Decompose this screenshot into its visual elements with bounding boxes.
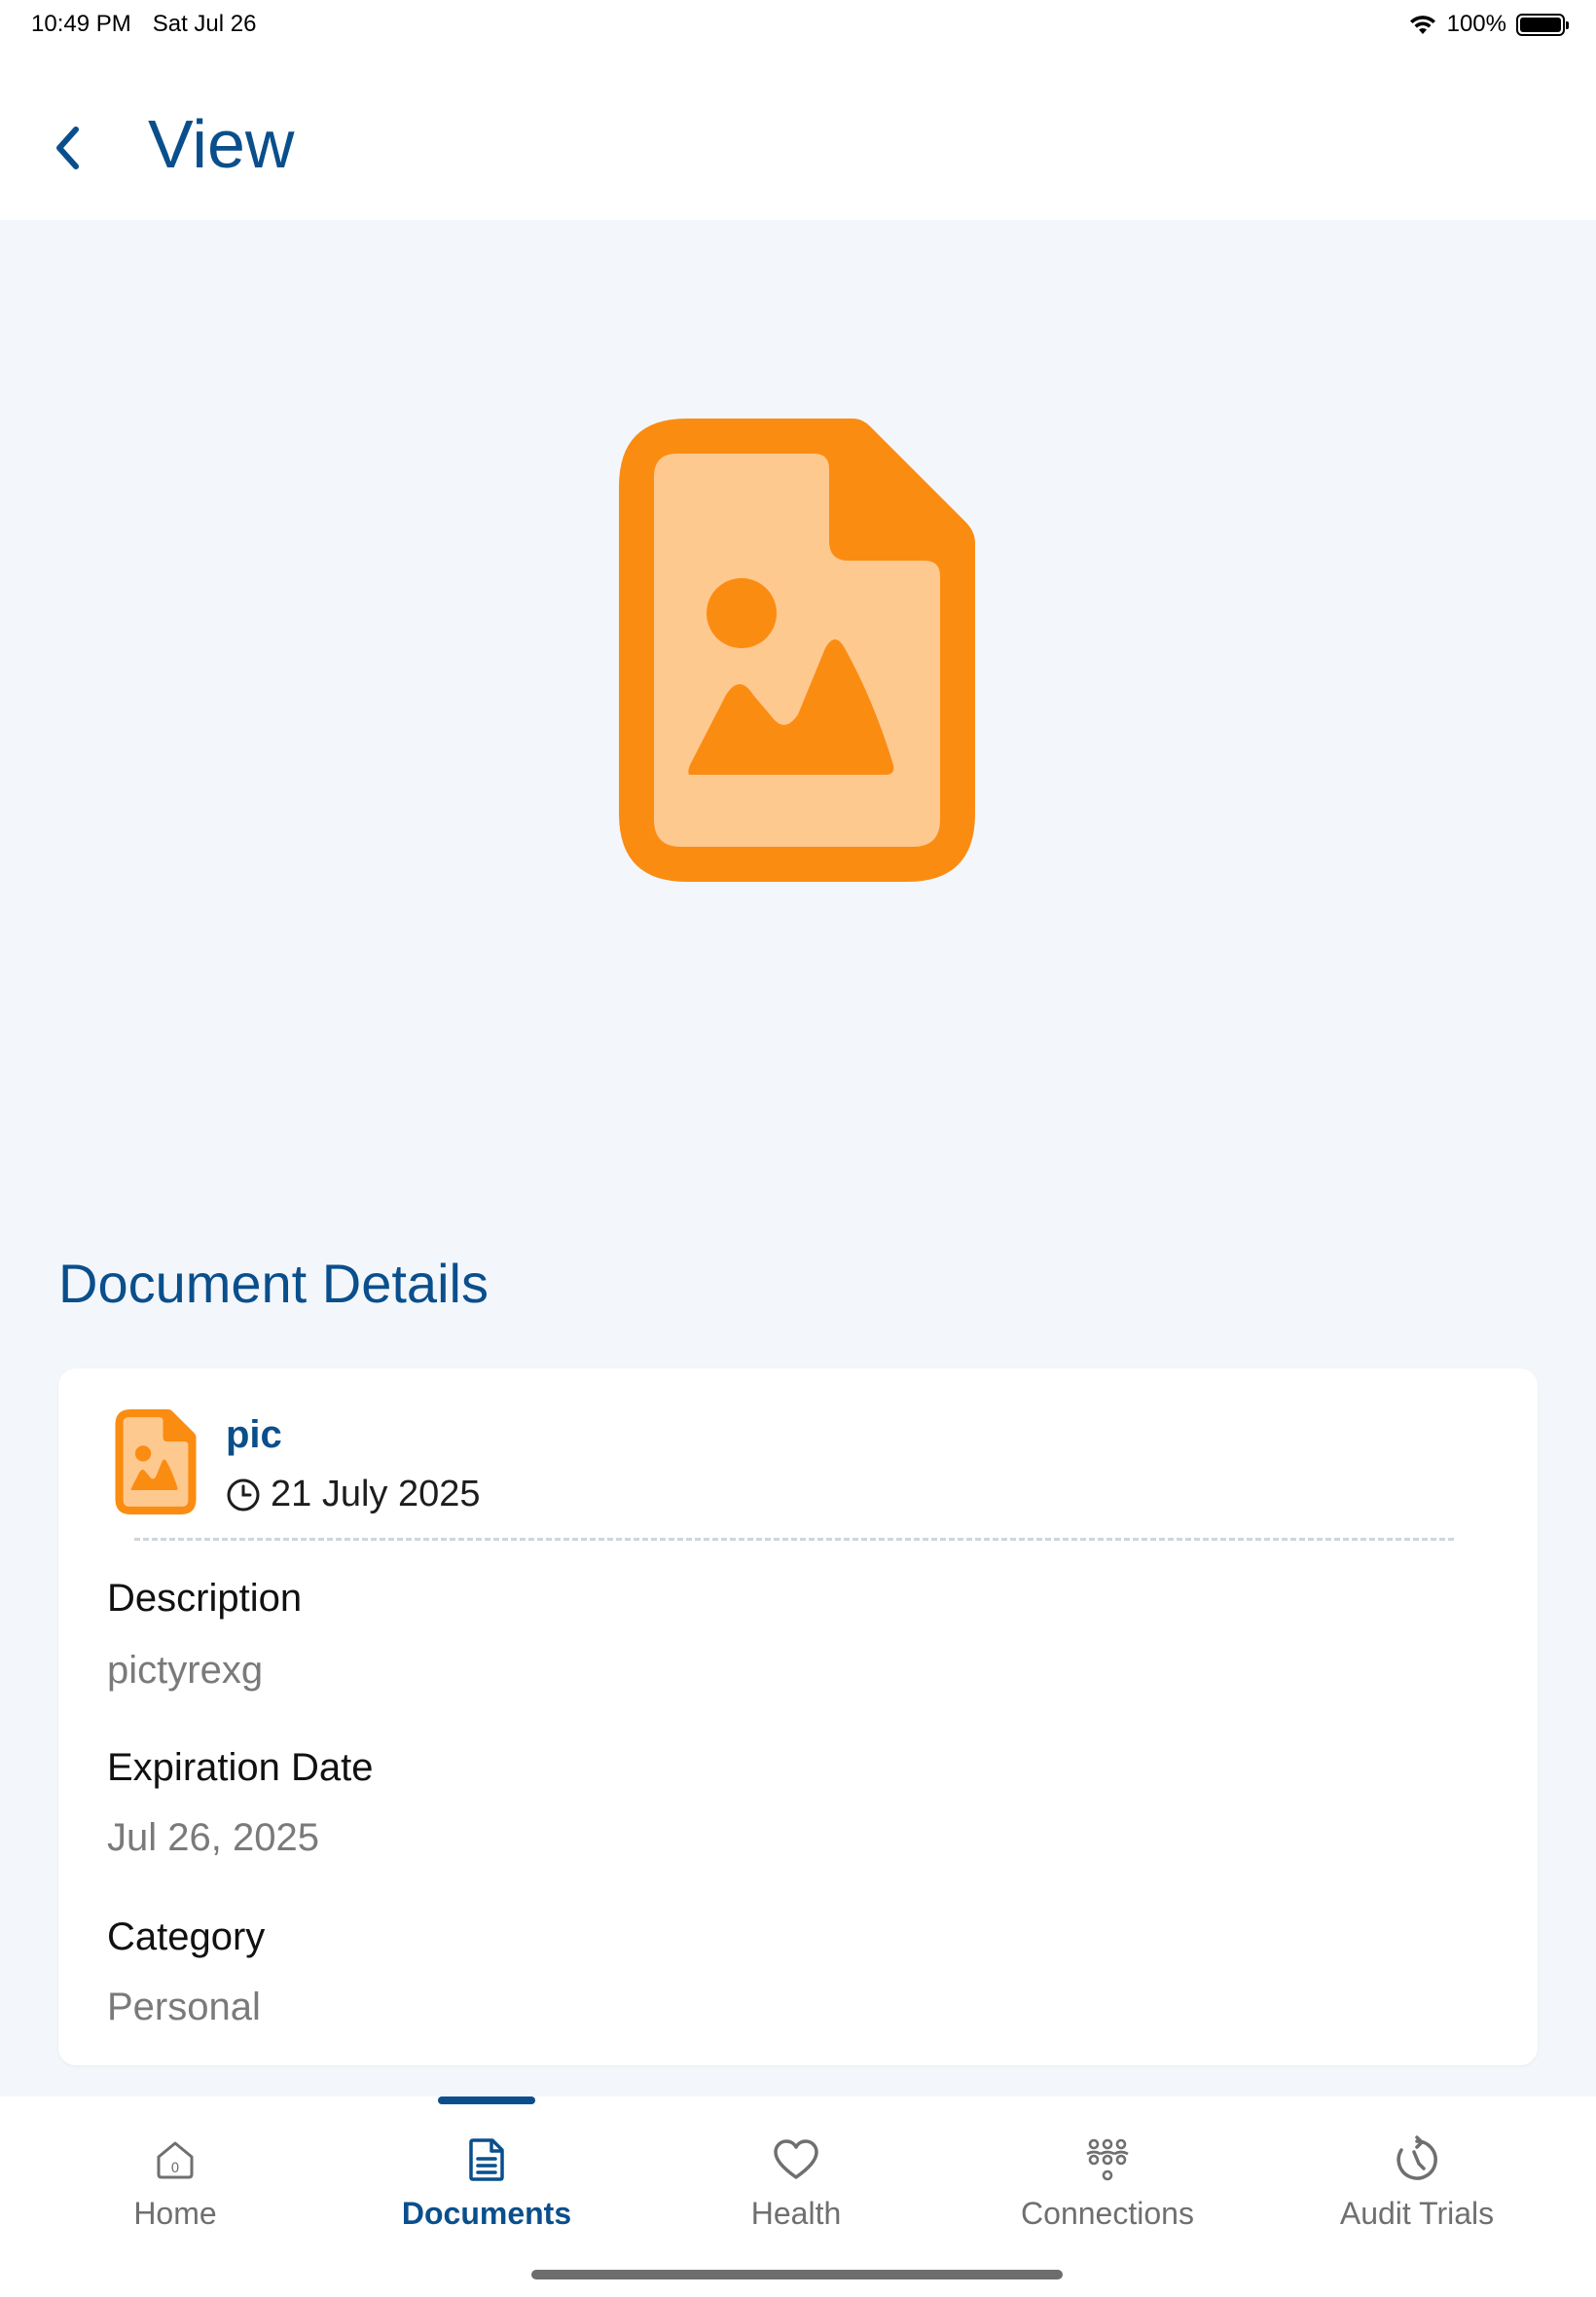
connections-icon xyxy=(1086,2138,1129,2181)
status-date: Sat Jul 26 xyxy=(152,11,257,37)
nav-header: View xyxy=(0,49,1596,220)
image-file-icon xyxy=(619,419,975,882)
status-time: 10:49 PM xyxy=(31,11,131,37)
document-details-card: pic 21 July 2025 Description pictyrexg E… xyxy=(58,1368,1538,2065)
tab-connections-label: Connections xyxy=(1021,2196,1194,2231)
description-value: pictyrexg xyxy=(107,1649,264,1692)
tab-health-label: Health xyxy=(750,2196,842,2231)
category-label: Category xyxy=(107,1915,266,1958)
divider xyxy=(134,1538,1454,1541)
battery-icon xyxy=(1516,13,1569,36)
tab-home[interactable]: 0 Home xyxy=(19,2135,331,2252)
tab-home-label: Home xyxy=(133,2196,217,2231)
tab-health[interactable]: Health xyxy=(640,2135,952,2252)
tab-audit-trials[interactable]: Audit Trials xyxy=(1261,2135,1573,2252)
active-tab-indicator xyxy=(438,2096,535,2104)
home-icon: 0 xyxy=(157,2141,194,2179)
tab-bar: 0 Home Documents Health Connections Audi… xyxy=(0,2096,1596,2297)
page-title: View xyxy=(148,106,295,182)
home-indicator[interactable] xyxy=(531,2270,1063,2279)
section-title: Document Details xyxy=(58,1253,489,1314)
document-icon xyxy=(469,2138,504,2181)
history-icon xyxy=(1396,2135,1437,2180)
description-label: Description xyxy=(107,1577,303,1620)
image-file-icon xyxy=(115,1409,197,1514)
status-bar: 10:49 PM Sat Jul 26 100% xyxy=(0,0,1596,49)
document-date-row: 21 July 2025 xyxy=(226,1474,481,1515)
wifi-icon xyxy=(1409,16,1435,34)
document-name: pic xyxy=(226,1413,282,1456)
tab-audit-trials-label: Audit Trials xyxy=(1339,2196,1495,2231)
back-button[interactable] xyxy=(43,119,91,177)
document-preview[interactable] xyxy=(619,419,975,882)
expiration-date-value: Jul 26, 2025 xyxy=(107,1816,319,1859)
tab-documents[interactable]: Documents xyxy=(331,2135,642,2252)
svg-text:0: 0 xyxy=(171,2161,180,2176)
battery-percent: 100% xyxy=(1446,11,1506,37)
tab-connections[interactable]: Connections xyxy=(952,2135,1263,2252)
category-value: Personal xyxy=(107,1986,261,2028)
document-view: Document Details pic 21 July 2025 Descri… xyxy=(0,220,1596,2096)
heart-icon xyxy=(774,2139,818,2179)
clock-icon xyxy=(227,1478,260,1511)
expiration-date-label: Expiration Date xyxy=(107,1746,374,1789)
tab-documents-label: Documents xyxy=(401,2196,572,2231)
chevron-left-icon xyxy=(56,127,79,169)
document-date: 21 July 2025 xyxy=(271,1474,481,1514)
